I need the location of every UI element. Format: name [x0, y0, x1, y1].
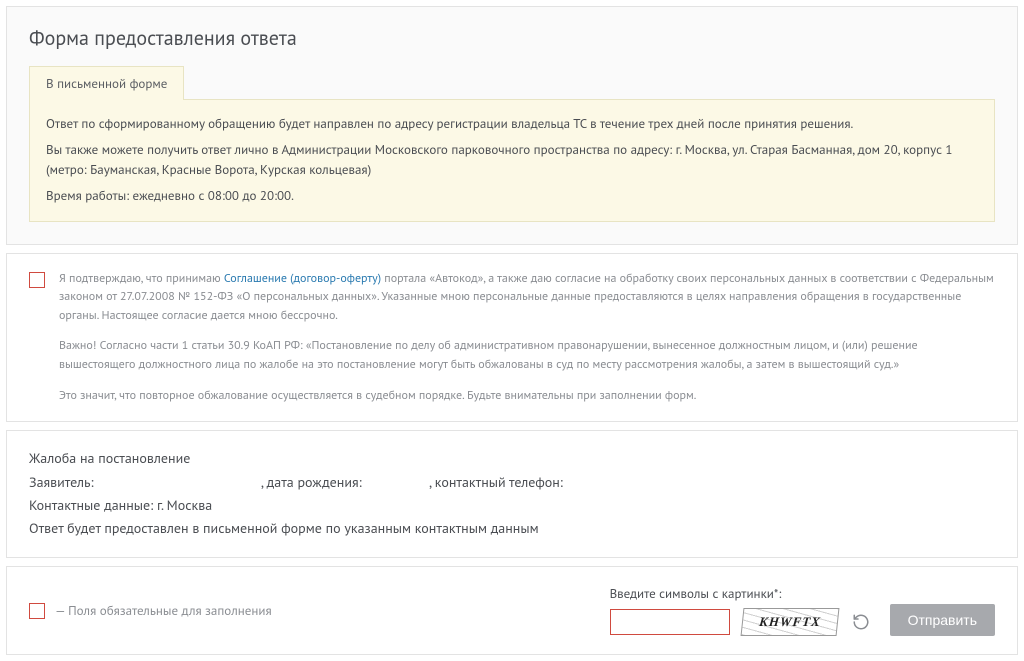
required-legend-text: — Поля обязательные для заполнения — [55, 602, 272, 619]
submit-button[interactable]: Отправить — [890, 604, 995, 636]
required-indicator-icon — [29, 603, 45, 619]
agreement-prefix: Я подтверждаю, что принимаю — [59, 271, 224, 286]
dob-label: , дата рождения: — [261, 473, 362, 491]
agreement-panel: Я подтверждаю, что принимаю Соглашение (… — [6, 253, 1018, 423]
summary-contacts-row: Контактные данные: г. Москва — [29, 494, 995, 516]
notice-line-2: Вы также можете получить ответ лично в А… — [46, 140, 978, 180]
summary-heading: Жалоба на постановление — [29, 447, 995, 469]
response-form-panel: Форма предоставления ответа В письменной… — [6, 6, 1018, 245]
contacts-label: Контактные данные: — [29, 496, 153, 514]
summary-panel: Жалоба на постановление Заявитель: , дат… — [6, 430, 1018, 558]
captcha-input[interactable] — [610, 609, 730, 635]
written-form-notice: Ответ по сформированному обращению будет… — [29, 99, 995, 222]
agreement-text: Я подтверждаю, что принимаю Соглашение (… — [59, 270, 995, 406]
agreement-link[interactable]: Соглашение (договор-оферту) — [224, 271, 381, 286]
agreement-checkbox[interactable] — [29, 272, 45, 288]
agreement-reappeal-note: Это значит, что повторное обжалование ос… — [59, 387, 995, 406]
notice-line-3: Время работы: ежедневно с 08:00 до 20:00… — [46, 186, 978, 206]
applicant-label: Заявитель: — [29, 473, 94, 491]
phone-label: , контактный телефон: — [429, 473, 563, 491]
footer-panel: — Поля обязательные для заполнения Введи… — [6, 566, 1018, 655]
required-legend: — Поля обязательные для заполнения — [29, 601, 272, 619]
captcha-label: Введите символы с картинки*: — [610, 585, 782, 602]
captcha-refresh-icon[interactable] — [850, 611, 872, 633]
captcha-image: KHWFTX — [740, 608, 839, 636]
page-title: Форма предоставления ответа — [29, 25, 995, 51]
agreement-important: Важно! Согласно части 1 статьи 30.9 КоАП… — [59, 337, 995, 374]
summary-delivery-note: Ответ будет предоставлен в письменной фо… — [29, 517, 995, 539]
tab-written-form[interactable]: В письменной форме — [29, 66, 184, 100]
notice-line-1: Ответ по сформированному обращению будет… — [46, 114, 978, 134]
contacts-value: г. Москва — [157, 496, 212, 514]
summary-applicant-row: Заявитель: , дата рождения: , контактный… — [29, 471, 995, 493]
